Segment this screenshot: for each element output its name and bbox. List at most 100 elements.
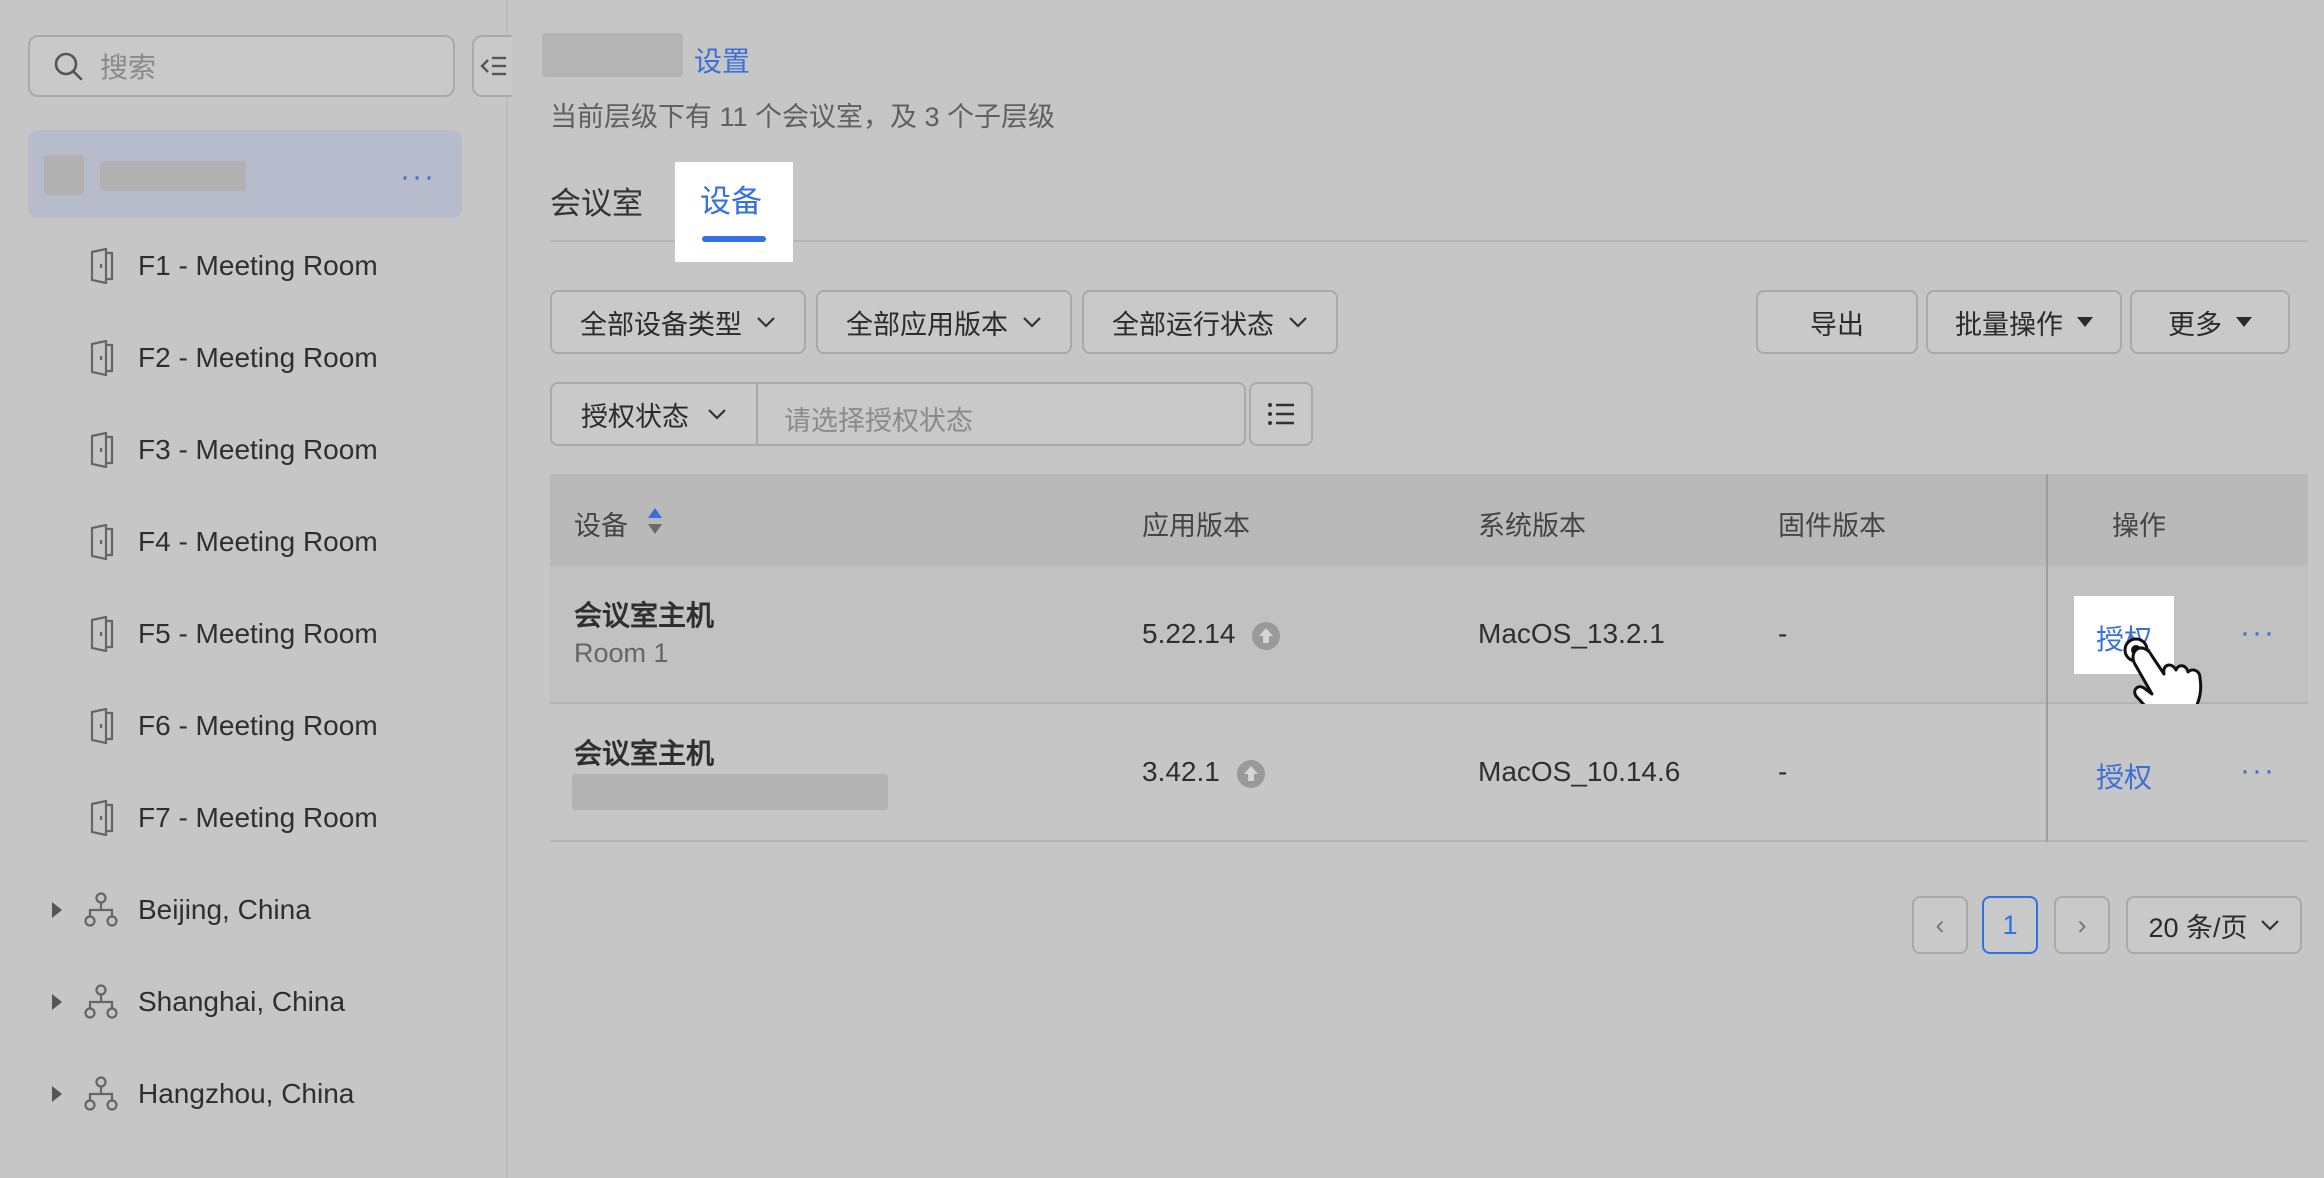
fixed-column-divider <box>2046 474 2048 842</box>
redacted-icon-placeholder <box>44 155 84 195</box>
tab-rooms[interactable]: 会议室 <box>550 178 643 223</box>
auth-status-label: 授权状态 <box>581 401 689 432</box>
hierarchy-icon <box>84 892 118 927</box>
batch-actions-button[interactable]: 批量操作 <box>1926 290 2122 354</box>
redacted-room-placeholder <box>572 774 888 810</box>
search-icon <box>54 52 83 81</box>
app-version-value: 5.22.14 <box>1142 618 1236 649</box>
room-door-icon <box>90 432 114 468</box>
auth-status-select[interactable]: 授权状态 <box>552 384 758 444</box>
tree-item-room[interactable]: F5 - Meeting Room <box>0 604 508 664</box>
collapse-sidebar-button[interactable] <box>472 35 512 97</box>
system-version-value: MacOS_13.2.1 <box>1478 618 1665 649</box>
chevron-down-icon <box>757 317 775 328</box>
room-label: F4 - Meeting Room <box>138 526 378 557</box>
app-version-cell: 3.42.1 <box>1142 756 1266 789</box>
firmware-version-value: - <box>1778 618 1788 649</box>
expand-arrow-icon[interactable] <box>52 902 62 918</box>
page-size-label: 20 条/页 <box>2148 912 2248 943</box>
room-door-icon <box>90 708 114 744</box>
chevron-down-icon <box>1023 317 1041 328</box>
search-input[interactable]: 搜索 <box>28 35 455 97</box>
auth-status-filter: 授权状态 请选择授权状态 <box>550 382 1246 446</box>
header-device[interactable]: 设备 <box>574 504 628 543</box>
next-page-button[interactable]: › <box>2054 896 2110 954</box>
chevron-down-icon <box>1289 317 1307 328</box>
root-more-button[interactable]: ··· <box>400 160 436 194</box>
table-row: 会议室主机 3.42.1 MacOS_10.14.6 - 授权 ··· <box>550 704 2308 842</box>
hierarchy-icon <box>84 984 118 1019</box>
level-summary: 当前层级下有 11 个会议室，及 3 个子层级 <box>550 102 1056 132</box>
active-tab-indicator <box>702 236 766 242</box>
room-door-icon <box>90 248 114 284</box>
device-name: 会议室主机 <box>574 600 715 631</box>
tree-item-group[interactable]: Beijing, China <box>0 880 508 940</box>
caret-down-icon <box>2236 317 2252 327</box>
group-label: Shanghai, China <box>138 986 346 1017</box>
run-status-filter[interactable]: 全部运行状态 <box>1082 290 1338 354</box>
app-version-filter[interactable]: 全部应用版本 <box>816 290 1072 354</box>
tree-root-node[interactable]: ··· <box>28 130 462 218</box>
room-label: F6 - Meeting Room <box>138 710 378 741</box>
export-button-label: 导出 <box>1810 309 1864 340</box>
upgrade-icon[interactable] <box>1236 759 1266 789</box>
tree-item-room[interactable]: F2 - Meeting Room <box>0 328 508 388</box>
device-type-filter-label: 全部设备类型 <box>580 309 742 340</box>
tab-bar: 会议室 设备 <box>550 160 2308 262</box>
main-content: 设置 当前层级下有 11 个会议室，及 3 个子层级 会议室 设备 全部设备类型… <box>508 0 2324 1178</box>
firmware-version-value: - <box>1778 756 1788 787</box>
device-name: 会议室主机 <box>574 738 715 769</box>
prev-page-button[interactable]: ‹ <box>1912 896 1968 954</box>
room-door-icon <box>90 800 114 836</box>
upgrade-icon[interactable] <box>1251 621 1281 651</box>
settings-link[interactable]: 设置 <box>694 40 750 80</box>
expand-arrow-icon[interactable] <box>52 1086 62 1102</box>
page-1-button[interactable]: 1 <box>1982 896 2038 954</box>
authorize-link[interactable]: 授权 <box>2096 756 2152 796</box>
collapse-icon <box>480 56 506 76</box>
sidebar: 搜索 ··· F1 - Meeting Room F2 - Meeting Ro… <box>0 0 512 1178</box>
header-app-version: 应用版本 <box>1142 511 1250 541</box>
column-settings-button[interactable] <box>1249 382 1313 446</box>
room-door-icon <box>90 524 114 560</box>
caret-down-icon <box>2077 317 2093 327</box>
hierarchy-icon <box>84 1076 118 1111</box>
tree-item-room[interactable]: F6 - Meeting Room <box>0 696 508 756</box>
row-more-button[interactable]: ··· <box>2240 754 2276 788</box>
header-system-version: 系统版本 <box>1478 511 1586 541</box>
app-version-cell: 5.22.14 <box>1142 618 1281 651</box>
tree-item-room[interactable]: F4 - Meeting Room <box>0 512 508 572</box>
more-button-label: 更多 <box>2168 309 2222 340</box>
chevron-down-icon <box>2260 920 2279 931</box>
device-type-filter[interactable]: 全部设备类型 <box>550 290 806 354</box>
run-status-filter-label: 全部运行状态 <box>1112 309 1274 340</box>
tree-item-room[interactable]: F7 - Meeting Room <box>0 788 508 848</box>
system-version-value: MacOS_10.14.6 <box>1478 756 1681 787</box>
device-room: Room 1 <box>574 638 669 668</box>
page-size-select[interactable]: 20 条/页 <box>2126 896 2302 954</box>
tab-devices[interactable]: 设备 <box>700 176 762 221</box>
room-label: F7 - Meeting Room <box>138 802 378 833</box>
redacted-breadcrumb-placeholder <box>542 33 683 77</box>
export-button[interactable]: 导出 <box>1756 290 1918 354</box>
tree-item-room[interactable]: F1 - Meeting Room <box>0 236 508 296</box>
room-door-icon <box>90 616 114 652</box>
table-header: 设备 应用版本 系统版本 固件版本 操作 <box>550 474 2308 566</box>
chevron-down-icon <box>708 409 726 420</box>
tree-item-group[interactable]: Shanghai, China <box>0 972 508 1032</box>
app-version-filter-label: 全部应用版本 <box>846 309 1008 340</box>
expand-arrow-icon[interactable] <box>52 994 62 1010</box>
header-actions: 操作 <box>2112 511 2166 541</box>
room-label: F5 - Meeting Room <box>138 618 378 649</box>
sort-icon[interactable] <box>646 506 664 536</box>
group-label: Hangzhou, China <box>138 1078 355 1109</box>
more-button[interactable]: 更多 <box>2130 290 2290 354</box>
list-icon <box>1268 403 1294 425</box>
group-label: Beijing, China <box>138 894 311 925</box>
room-door-icon <box>90 340 114 376</box>
room-label: F1 - Meeting Room <box>138 250 378 281</box>
tree-item-room[interactable]: F3 - Meeting Room <box>0 420 508 480</box>
auth-status-input[interactable]: 请选择授权状态 <box>784 399 973 438</box>
row-more-button[interactable]: ··· <box>2240 616 2276 650</box>
tree-item-group[interactable]: Hangzhou, China <box>0 1064 508 1124</box>
